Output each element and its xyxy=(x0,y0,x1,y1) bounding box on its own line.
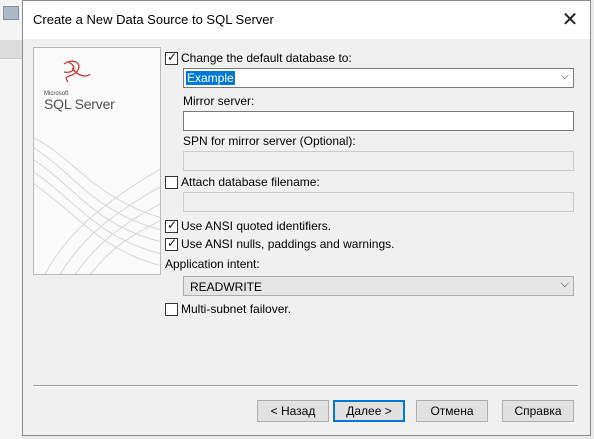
chevron-down-icon[interactable]: ⌵ xyxy=(561,278,569,291)
ansi-nulls-checkbox[interactable]: ✓ xyxy=(165,236,178,251)
app-intent-dropdown[interactable]: READWRITE ⌵ xyxy=(183,276,574,296)
checkmark-icon: ✓ xyxy=(167,50,178,64)
spn-input[interactable] xyxy=(183,151,574,171)
checkmark-icon: ✓ xyxy=(167,236,178,250)
ansi-quoted-label: Use ANSI quoted identifiers. xyxy=(181,219,332,233)
title-bar: Create a New Data Source to SQL Server ✕ xyxy=(23,1,590,39)
attach-db-checkbox[interactable] xyxy=(165,176,178,189)
create-data-source-dialog: Create a New Data Source to SQL Server ✕ xyxy=(22,0,591,436)
footer-separator xyxy=(33,385,578,387)
close-icon: ✕ xyxy=(561,9,579,31)
multisubnet-checkbox[interactable] xyxy=(165,303,178,316)
ansi-quoted-checkbox[interactable]: ✓ xyxy=(165,218,178,233)
change-default-db-label: Change the default database to: xyxy=(181,51,352,65)
mirror-server-input[interactable] xyxy=(183,111,574,131)
next-button[interactable]: Далее > xyxy=(333,400,405,422)
change-default-db-checkbox[interactable]: ✓ xyxy=(165,50,178,65)
default-db-value: Example xyxy=(186,71,235,85)
app-intent-value: READWRITE xyxy=(190,280,262,294)
multisubnet-label: Multi-subnet failover. xyxy=(181,302,292,316)
back-button[interactable]: < Назад xyxy=(257,400,329,422)
attach-db-input[interactable] xyxy=(183,192,574,212)
help-button[interactable]: Справка xyxy=(502,400,574,422)
logo-product-text: SQL Server xyxy=(44,96,115,112)
background-window xyxy=(0,0,22,439)
close-button[interactable]: ✕ xyxy=(556,7,584,33)
cancel-button[interactable]: Отмена xyxy=(416,400,488,422)
dialog-title: Create a New Data Source to SQL Server xyxy=(33,12,274,27)
app-intent-label: Application intent: xyxy=(165,257,260,271)
background-app-icon xyxy=(3,6,19,20)
attach-db-label: Attach database filename: xyxy=(181,175,320,189)
background-toolbar xyxy=(0,40,22,59)
checkmark-icon: ✓ xyxy=(167,218,178,232)
mirror-server-label: Mirror server: xyxy=(183,94,255,108)
sql-server-logo-icon xyxy=(63,60,91,83)
spn-label: SPN for mirror server (Optional): xyxy=(183,134,356,148)
sql-server-banner: Microsoft SQL Server xyxy=(33,47,161,275)
chevron-down-icon[interactable]: ⌵ xyxy=(561,70,569,83)
default-db-dropdown[interactable]: Example ⌵ xyxy=(183,68,574,88)
banner-swirl-graphic xyxy=(34,60,160,274)
ansi-nulls-label: Use ANSI nulls, paddings and warnings. xyxy=(181,237,395,251)
